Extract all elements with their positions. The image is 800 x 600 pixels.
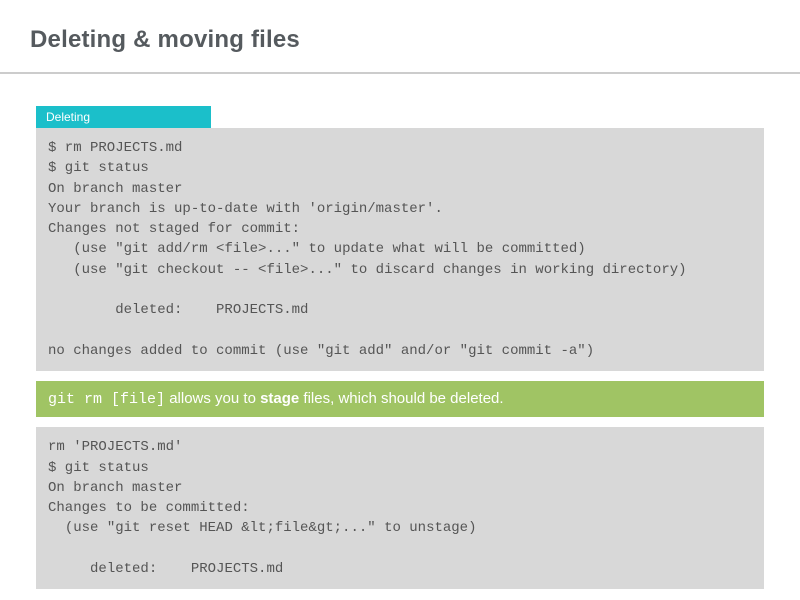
code-block-git-rm-status: rm 'PROJECTS.md' $ git status On branch … <box>36 427 764 589</box>
callout-command: git rm [file] <box>48 391 165 408</box>
page-header: Deleting & moving files <box>0 0 800 74</box>
code-block-rm-status: $ rm PROJECTS.md $ git status On branch … <box>36 128 764 371</box>
main-content: Deleting $ rm PROJECTS.md $ git status O… <box>0 74 800 589</box>
section-label-deleting: Deleting <box>36 106 211 128</box>
page-title: Deleting & moving files <box>30 26 770 54</box>
callout-text-pre: allows you to <box>165 390 260 407</box>
callout-text-post: files, which should be deleted. <box>299 390 503 407</box>
callout-git-rm: git rm [file] allows you to stage files,… <box>36 381 764 417</box>
callout-text-bold: stage <box>260 390 299 407</box>
